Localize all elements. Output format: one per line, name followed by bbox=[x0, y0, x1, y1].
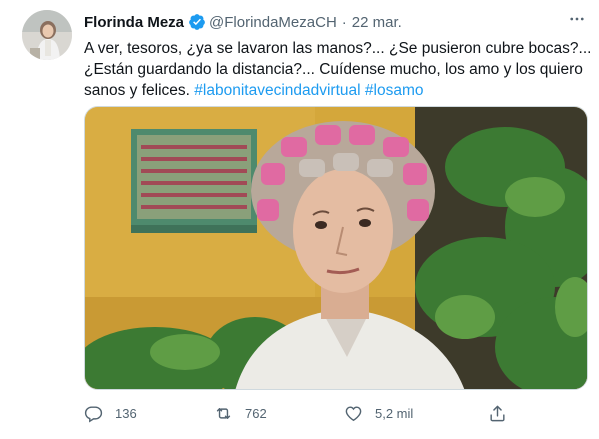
like-button[interactable]: 5,2 mil bbox=[344, 401, 413, 425]
photo-woman-hair-rollers bbox=[85, 107, 587, 389]
verified-badge-icon bbox=[189, 14, 205, 30]
heart-icon bbox=[345, 405, 362, 421]
reply-button[interactable]: 136 bbox=[84, 401, 137, 425]
tweet-text-line: A ver, tesoros, ¿ya se lavaron las manos… bbox=[84, 40, 592, 57]
tweet-card[interactable]: Florinda Meza @FlorindaMezaCH · 22 mar. … bbox=[0, 0, 599, 439]
share-button[interactable] bbox=[488, 401, 507, 425]
tweet-header: Florinda Meza @FlorindaMezaCH · 22 mar. bbox=[84, 11, 579, 33]
tweet-text-end: sanos y felices. bbox=[84, 82, 190, 99]
more-options-icon bbox=[570, 17, 584, 21]
retweet-icon bbox=[216, 407, 231, 419]
like-count: 5,2 mil bbox=[375, 405, 414, 421]
reply-icon bbox=[84, 405, 103, 423]
display-name[interactable]: Florinda Meza bbox=[84, 14, 184, 31]
avatar[interactable] bbox=[22, 10, 72, 60]
more-options-button[interactable] bbox=[565, 7, 589, 31]
timestamp[interactable]: 22 mar. bbox=[352, 14, 402, 31]
share-icon bbox=[490, 405, 505, 421]
tweet-actions: 136 762 5,2 mil bbox=[84, 401, 524, 425]
hashtag-link[interactable]: #labonitavecindadvirtual bbox=[194, 82, 360, 99]
reply-count: 136 bbox=[115, 405, 137, 421]
tweet-text-line-last: sanos y felices. #labonitavecindadvirtua… bbox=[84, 80, 574, 101]
avatar-image bbox=[22, 10, 72, 60]
tweet-text-line: ¿Están guardando la distancia?... Cuíden… bbox=[84, 61, 583, 78]
tweet-media-image[interactable] bbox=[84, 106, 588, 390]
retweet-button[interactable]: 762 bbox=[214, 401, 267, 425]
hashtag-link[interactable]: #losamo bbox=[365, 82, 424, 99]
retweet-count: 762 bbox=[245, 405, 267, 421]
separator-dot: · bbox=[341, 13, 347, 31]
user-handle[interactable]: @FlorindaMezaCH bbox=[209, 14, 337, 31]
tweet-text: A ver, tesoros, ¿ya se lavaron las manos… bbox=[84, 38, 592, 101]
